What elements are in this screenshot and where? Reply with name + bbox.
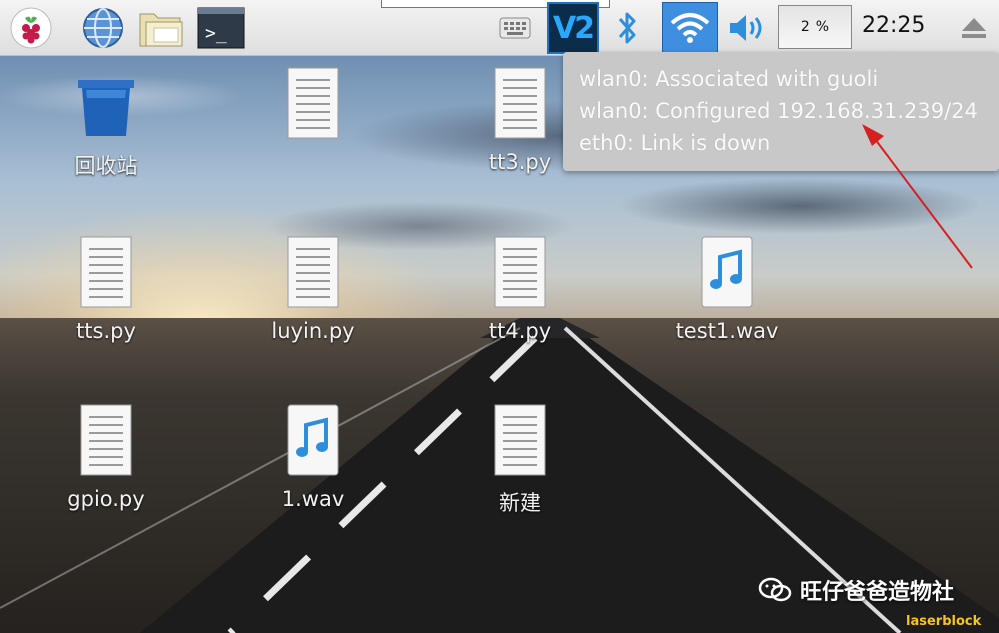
text-file-icon: [80, 404, 132, 476]
audio-file-icon: [287, 404, 339, 476]
text-file-icon: [494, 236, 546, 308]
desktop-icon-tt4-py[interactable]: tt4.py: [455, 235, 585, 343]
wechat-icon: [758, 577, 792, 602]
text-file-icon: [494, 404, 546, 476]
text-file-icon: [287, 67, 339, 139]
desktop-icon-label: 回收站: [74, 154, 138, 178]
desktop-icon-label: tt3.py: [488, 150, 552, 174]
desktop-icon-label: luyin.py: [271, 319, 355, 343]
desktop-icon-trash[interactable]: 回收站: [41, 66, 171, 180]
desktop-icon-label: 新建: [499, 491, 541, 515]
trash-icon: [75, 80, 137, 136]
desktop-icon-luyin-py[interactable]: luyin.py: [248, 235, 378, 343]
desktop-icon-label: 1.wav: [281, 487, 345, 511]
watermark-brand: laserblock: [906, 614, 982, 629]
desktop-icon-gpio-py[interactable]: gpio.py: [41, 403, 171, 511]
desktop-icon-test1-wav[interactable]: test1.wav: [662, 235, 792, 343]
text-file-icon: [287, 236, 339, 308]
desktop-icon-1-wav[interactable]: 1.wav: [248, 403, 378, 511]
desktop-icon-label: tts.py: [76, 319, 136, 343]
watermark-text: 旺仔爸爸造物社: [800, 580, 955, 605]
desktop-icon-new-file[interactable]: 新建: [455, 403, 585, 517]
desktop-icon-label: tt4.py: [488, 319, 552, 343]
desktop-icon-tt3-py[interactable]: tt3.py: [455, 66, 585, 174]
desktop-icon-text-file[interactable]: [248, 66, 378, 150]
text-file-icon: [494, 67, 546, 139]
watermark: 旺仔爸爸造物社: [758, 574, 954, 606]
text-file-icon: [80, 236, 132, 308]
desktop-icon-tts-py[interactable]: tts.py: [41, 235, 171, 343]
audio-file-icon: [701, 236, 753, 308]
desktop-icon-label: test1.wav: [675, 319, 779, 343]
desktop-icon-label: gpio.py: [67, 487, 145, 511]
